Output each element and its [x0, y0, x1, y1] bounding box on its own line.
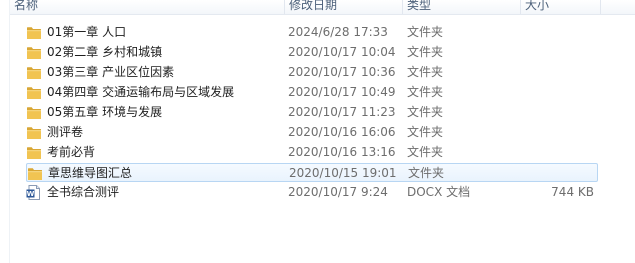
column-header-bar: 名称 修改日期 类型 大小: [10, 0, 635, 15]
word-doc-icon: W: [26, 185, 42, 200]
file-type: 文件夹: [408, 166, 445, 180]
folder-icon: [26, 45, 42, 60]
file-row[interactable]: W 全书综合测评 2020/10/17 9:24 DOCX 文档 744 KB: [26, 183, 598, 202]
file-size: [521, 103, 594, 122]
file-type: 文件夹: [407, 125, 444, 139]
file-modified-date: 2020/10/17 10:49: [288, 85, 396, 99]
file-modified-date: 2020/10/16 13:16: [288, 145, 396, 159]
file-modified-date: 2020/10/17 10:04: [288, 45, 396, 59]
folder-icon: [27, 166, 43, 181]
file-name: 全书综合测评: [47, 185, 120, 199]
file-size: [521, 143, 594, 162]
file-modified-date: 2020/10/17 9:24: [288, 185, 388, 199]
folder-icon: [26, 85, 42, 100]
file-row[interactable]: 01第一章 人口 2024/6/28 17:33 文件夹: [26, 23, 598, 42]
file-row[interactable]: 测评卷 2020/10/16 16:06 文件夹: [26, 123, 598, 142]
file-type: 文件夹: [407, 85, 444, 99]
folder-icon: [26, 105, 42, 120]
folder-icon: [26, 125, 42, 140]
folder-icon: [26, 65, 42, 80]
file-size: [521, 43, 594, 62]
svg-text:W: W: [27, 190, 35, 198]
file-modified-date: 2020/10/17 10:36: [288, 65, 396, 79]
file-name: 03第三章 产业区位因素: [47, 65, 175, 79]
file-type: 文件夹: [407, 65, 444, 79]
file-type: DOCX 文档: [407, 185, 471, 199]
pane-divider: [9, 0, 10, 263]
file-row[interactable]: 04第四章 交通运输布局与区域发展 2020/10/17 10:49 文件夹: [26, 83, 598, 102]
file-type: 文件夹: [407, 145, 444, 159]
column-header-size[interactable]: 大小: [520, 0, 600, 14]
file-type: 文件夹: [407, 105, 444, 119]
file-name: 05第五章 环境与发展: [47, 105, 163, 119]
file-size: [521, 23, 594, 42]
file-name: 考前必背: [47, 145, 96, 159]
file-modified-date: 2024/6/28 17:33: [288, 25, 388, 39]
column-header-type[interactable]: 类型: [402, 0, 520, 14]
file-type: 文件夹: [407, 45, 444, 59]
file-modified-date: 2020/10/17 11:23: [288, 105, 396, 119]
file-name: 章思维导图汇总: [48, 166, 133, 180]
column-header-date[interactable]: 修改日期: [284, 0, 402, 14]
folder-icon: [26, 145, 42, 160]
file-size: [521, 83, 594, 102]
column-header-filler: [600, 0, 635, 14]
file-type: 文件夹: [407, 25, 444, 39]
file-modified-date: 2020/10/15 19:01: [289, 166, 397, 180]
file-row[interactable]: 章思维导图汇总 2020/10/15 19:01 文件夹: [26, 163, 598, 182]
file-row[interactable]: 02第二章 乡村和城镇 2020/10/17 10:04 文件夹: [26, 43, 598, 62]
file-row[interactable]: 考前必背 2020/10/16 13:16 文件夹: [26, 143, 598, 162]
file-size: [521, 123, 594, 142]
file-row[interactable]: 05第五章 环境与发展 2020/10/17 11:23 文件夹: [26, 103, 598, 122]
column-header-name[interactable]: 名称: [10, 0, 278, 14]
file-modified-date: 2020/10/16 16:06: [288, 125, 396, 139]
file-size: [522, 164, 595, 183]
file-name: 04第四章 交通运输布局与区域发展: [47, 85, 235, 99]
folder-icon: [26, 25, 42, 40]
file-name: 测评卷: [47, 125, 84, 139]
file-row[interactable]: 03第三章 产业区位因素 2020/10/17 10:36 文件夹: [26, 63, 598, 82]
file-name: 02第二章 乡村和城镇: [47, 45, 163, 59]
file-size: [521, 63, 594, 82]
file-size: 744 KB: [551, 185, 594, 199]
file-name: 01第一章 人口: [47, 25, 127, 39]
